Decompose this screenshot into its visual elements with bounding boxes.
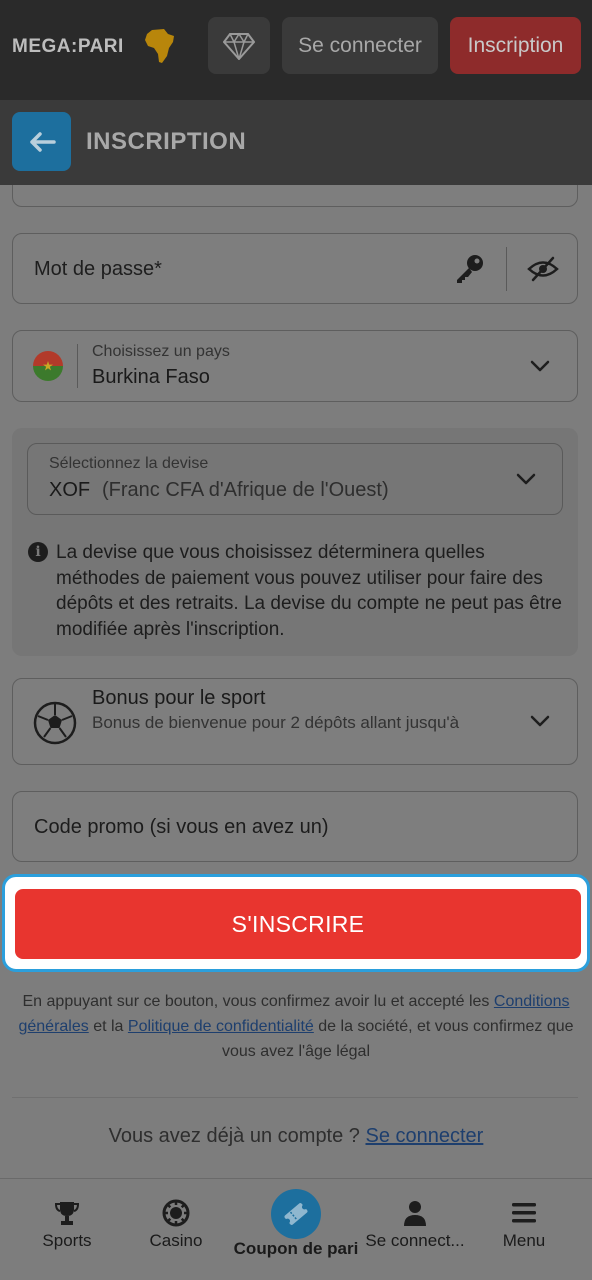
bonus-title: Bonus pour le sport [92,687,266,709]
nav-label: Menu [502,1231,546,1250]
legal-text-part2: et la [93,1018,124,1035]
already-have-account: Vous avez déjà un compte ? Se connecter [0,1125,592,1148]
burkina-faso-flag-icon [33,351,63,381]
password-field[interactable]: Mot de passe* [12,233,578,304]
nav-item-coupon[interactable]: Coupon de pari [232,1179,360,1280]
megapari-logo[interactable]: MEGA:PARI [12,36,124,58]
coupon-circle [271,1189,321,1239]
promo-code-field[interactable]: Code promo (si vous en avez un) [12,791,578,862]
country-label: Choisissez un pays [92,343,230,360]
eye-slash-icon[interactable] [527,256,559,282]
chevron-down-icon [530,715,550,727]
nav-label: Sports [42,1231,92,1250]
nav-item-menu[interactable]: Menu [465,1179,583,1280]
diamond-icon [223,32,255,60]
user-icon [404,1201,426,1226]
bottom-navigation: Sports Casino Coupon de pari Se connect.… [0,1178,592,1280]
country-value: Burkina Faso [92,366,210,388]
ticket-icon [284,1203,308,1225]
legal-text-part1: En appuyant sur ce bouton, vous confirme… [22,993,490,1010]
bonus-select[interactable]: Bonus pour le sport Bonus de bienvenue p… [12,678,578,765]
vip-diamond-button[interactable] [208,17,270,74]
info-icon: i [28,542,48,562]
arrow-left-icon [29,131,56,152]
password-placeholder: Mot de passe* [34,258,162,280]
casino-chip-icon [162,1199,190,1227]
country-select[interactable]: Choisissez un pays Burkina Faso [12,330,578,402]
submit-button[interactable]: S'INSCRIRE [15,889,581,959]
hamburger-icon [512,1203,536,1223]
registration-form: Mot de passe* Choisissez un pays Burkina… [0,185,592,1178]
field-divider [77,344,78,388]
currency-select[interactable]: Sélectionnez la devise XOF (Franc CFA d'… [27,443,563,515]
nav-label: Se connect... [365,1231,465,1250]
login-link[interactable]: Se connecter [365,1125,483,1147]
currency-code: XOF [49,479,91,501]
africa-map-icon [145,29,174,63]
currency-label: Sélectionnez la devise [49,455,209,472]
privacy-link[interactable]: Politique de confidentialité [128,1018,314,1035]
currency-section: Sélectionnez la devise XOF (Franc CFA d'… [12,428,578,656]
nav-label: Coupon de pari [233,1239,359,1258]
login-button[interactable]: Se connecter [282,17,438,74]
signup-button[interactable]: Inscription [450,17,581,74]
nav-item-login[interactable]: Se connect... [358,1179,472,1280]
back-button[interactable] [12,112,71,171]
trophy-icon [54,1202,80,1225]
top-bar: MEGA:PARI Se connecter Inscription [0,0,592,100]
page-header: INSCRIPTION [0,100,592,185]
page-title: INSCRIPTION [86,128,247,155]
legal-text: En appuyant sur ce bouton, vous confirme… [14,989,578,1064]
field-divider [506,247,507,291]
currency-name: (Franc CFA d'Afrique de l'Ouest) [102,479,389,501]
chevron-down-icon [516,473,536,485]
previous-field[interactable] [12,185,578,207]
key-icon[interactable] [453,252,487,286]
soccer-ball-icon [33,701,77,745]
divider [12,1097,578,1098]
nav-label: Casino [149,1231,203,1250]
bonus-description: Bonus de bienvenue pour 2 dépôts allant … [92,713,460,732]
promo-placeholder: Code promo (si vous en avez un) [34,816,329,838]
currency-info-text: La devise que vous choisissez déterminer… [56,542,562,640]
chevron-down-icon [530,360,550,372]
already-text: Vous avez déjà un compte ? [108,1125,360,1147]
nav-item-casino[interactable]: Casino [117,1179,235,1280]
nav-item-sports[interactable]: Sports [8,1179,126,1280]
submit-highlight: S'INSCRIRE [2,874,590,972]
